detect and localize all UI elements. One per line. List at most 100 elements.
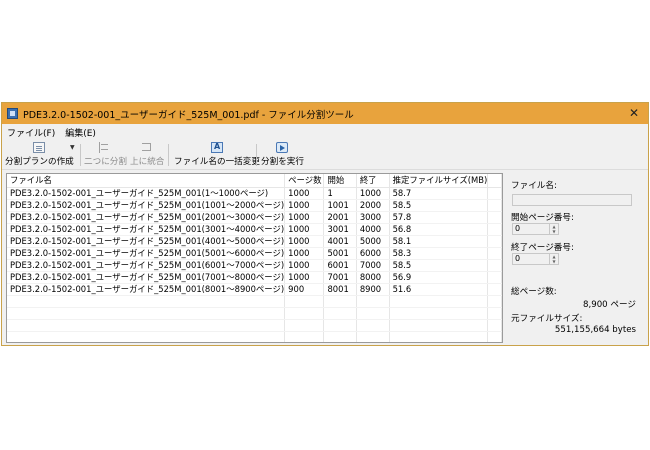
window-title: PDE3.2.0-1502-001_ユーザーガイド_525M_001.pdf -… [23,110,354,121]
table-cell [487,331,502,342]
table-cell [284,307,325,320]
table-cell: 2000 [356,199,390,212]
table-cell: 8900 [356,283,390,296]
chevron-down-icon[interactable]: ▼ [70,144,75,151]
end-page-stepper[interactable]: 0 ▲ ▼ [512,253,559,265]
rename-all-button[interactable]: ファイル名の一括変更 [174,141,260,168]
split-two-button[interactable]: 二つに分割 [84,141,127,168]
spin-arrows-icon[interactable]: ▲ ▼ [549,254,558,264]
filename-field[interactable] [512,194,632,206]
rename-all-label: ファイル名の一括変更 [174,157,260,167]
table-cell: 57.8 [389,211,489,224]
empty-table-row [7,307,502,320]
original-size-label: 元ファイルサイズ: [511,314,583,324]
create-plan-label: 分割プランの作成 [5,157,74,167]
start-page-stepper[interactable]: 0 ▲ ▼ [512,223,559,235]
table-cell-filler [487,259,502,272]
table-cell-filler [487,187,502,200]
run-split-label: 分割を実行 [261,157,304,167]
table-cell-filler [487,271,502,284]
table-cell-filler [487,283,502,296]
table-cell [356,331,390,342]
table-cell: 1000 [284,211,325,224]
merge-up-label: 上に統合 [130,157,165,167]
toolbar-separator [80,144,81,166]
empty-table-row [7,331,502,342]
column-header[interactable]: 開始 [323,174,357,188]
table-cell: 51.6 [389,283,489,296]
table-cell: PDE3.2.0-1502-001_ユーザーガイド_525M_001(3001～… [7,223,286,236]
split-plan-grid[interactable]: ファイル名 ページ数 開始 終了 推定ファイルサイズ(MB) PDE3.2.0-1502… [6,173,503,343]
rename-icon [210,142,223,153]
table-cell: 1000 [284,235,325,248]
start-page-label: 開始ページ番号: [511,213,574,223]
table-cell: 4001 [323,235,357,248]
close-button[interactable]: ✕ [626,105,642,121]
table-cell: PDE3.2.0-1502-001_ユーザーガイド_525M_001(2001～… [7,211,286,224]
table-cell: 6001 [323,259,357,272]
empty-table-row [7,319,502,332]
table-row[interactable]: PDE3.2.0-1502-001_ユーザーガイド_525M_001(8001～… [7,283,502,296]
menu-edit[interactable]: 編集(E) [60,126,101,139]
app-window: PDE3.2.0-1502-001_ユーザーガイド_525M_001.pdf -… [1,102,649,346]
table-cell [389,307,489,320]
table-cell [284,331,325,342]
spin-arrows-icon[interactable]: ▲ ▼ [549,224,558,234]
table-cell: PDE3.2.0-1502-001_ユーザーガイド_525M_001(8001～… [7,283,286,296]
table-row[interactable]: PDE3.2.0-1502-001_ユーザーガイド_525M_001(4001～… [7,235,502,248]
table-row[interactable]: PDE3.2.0-1502-001_ユーザーガイド_525M_001(6001～… [7,259,502,272]
table-header-row: ファイル名 ページ数 開始 終了 推定ファイルサイズ(MB) [7,174,502,188]
table-cell: 5000 [356,235,390,248]
table-cell-filler [487,223,502,236]
table-cell [356,319,390,332]
table-cell: PDE3.2.0-1502-001_ユーザーガイド_525M_001(1～100… [7,187,286,200]
table-cell: 1000 [356,187,390,200]
create-plan-button[interactable]: 分割プランの作成 [5,141,74,168]
table-cell [389,295,489,308]
column-header[interactable]: ファイル名 [7,174,286,188]
table-row[interactable]: PDE3.2.0-1502-001_ユーザーガイド_525M_001(7001～… [7,271,502,284]
table-cell: PDE3.2.0-1502-001_ユーザーガイド_525M_001(1001～… [7,199,286,212]
table-cell: 1000 [284,187,325,200]
table-row[interactable]: PDE3.2.0-1502-001_ユーザーガイド_525M_001(2001～… [7,211,502,224]
toolbar-separator [168,144,169,166]
start-page-value: 0 [515,224,521,233]
table-cell: 3000 [356,211,390,224]
empty-table-row [7,295,502,308]
table-cell: 8001 [323,283,357,296]
table-cell: 4000 [356,223,390,236]
merge-up-button[interactable]: 上に統合 [130,141,164,168]
column-header-filler [487,174,502,188]
total-pages-label: 総ページ数: [511,287,557,297]
table-cell: 1 [323,187,357,200]
table-row[interactable]: PDE3.2.0-1502-001_ユーザーガイド_525M_001(1001～… [7,199,502,212]
table-row[interactable]: PDE3.2.0-1502-001_ユーザーガイド_525M_001(5001～… [7,247,502,260]
table-row[interactable]: PDE3.2.0-1502-001_ユーザーガイド_525M_001(3001～… [7,223,502,236]
table-cell: 6000 [356,247,390,260]
table-cell-filler [487,235,502,248]
table-cell: 56.8 [389,223,489,236]
table-cell-filler [487,247,502,260]
table-cell: PDE3.2.0-1502-001_ユーザーガイド_525M_001(7001～… [7,271,286,284]
table-cell: 58.1 [389,235,489,248]
table-cell [323,295,357,308]
table-cell: 1000 [284,247,325,260]
table-row[interactable]: PDE3.2.0-1502-001_ユーザーガイド_525M_001(1～100… [7,187,502,200]
split-icon [98,142,112,153]
run-icon [276,142,289,153]
original-size-value: 551,155,664 bytes [554,325,636,335]
table-cell [487,295,502,308]
table-cell [323,319,357,332]
end-page-label: 終了ページ番号: [511,243,574,253]
column-header[interactable]: 推定ファイルサイズ(MB) [389,174,489,188]
table-cell: 7001 [323,271,357,284]
table-cell-filler [487,211,502,224]
menu-file[interactable]: ファイル(F) [2,126,60,139]
column-header[interactable]: ページ数 [284,174,325,188]
table-cell [487,307,502,320]
table-cell: PDE3.2.0-1502-001_ユーザーガイド_525M_001(4001～… [7,235,286,248]
table-cell: 1000 [284,223,325,236]
column-header[interactable]: 終了 [356,174,390,188]
run-split-button[interactable]: 分割を実行 [261,141,304,168]
table-cell [284,319,325,332]
